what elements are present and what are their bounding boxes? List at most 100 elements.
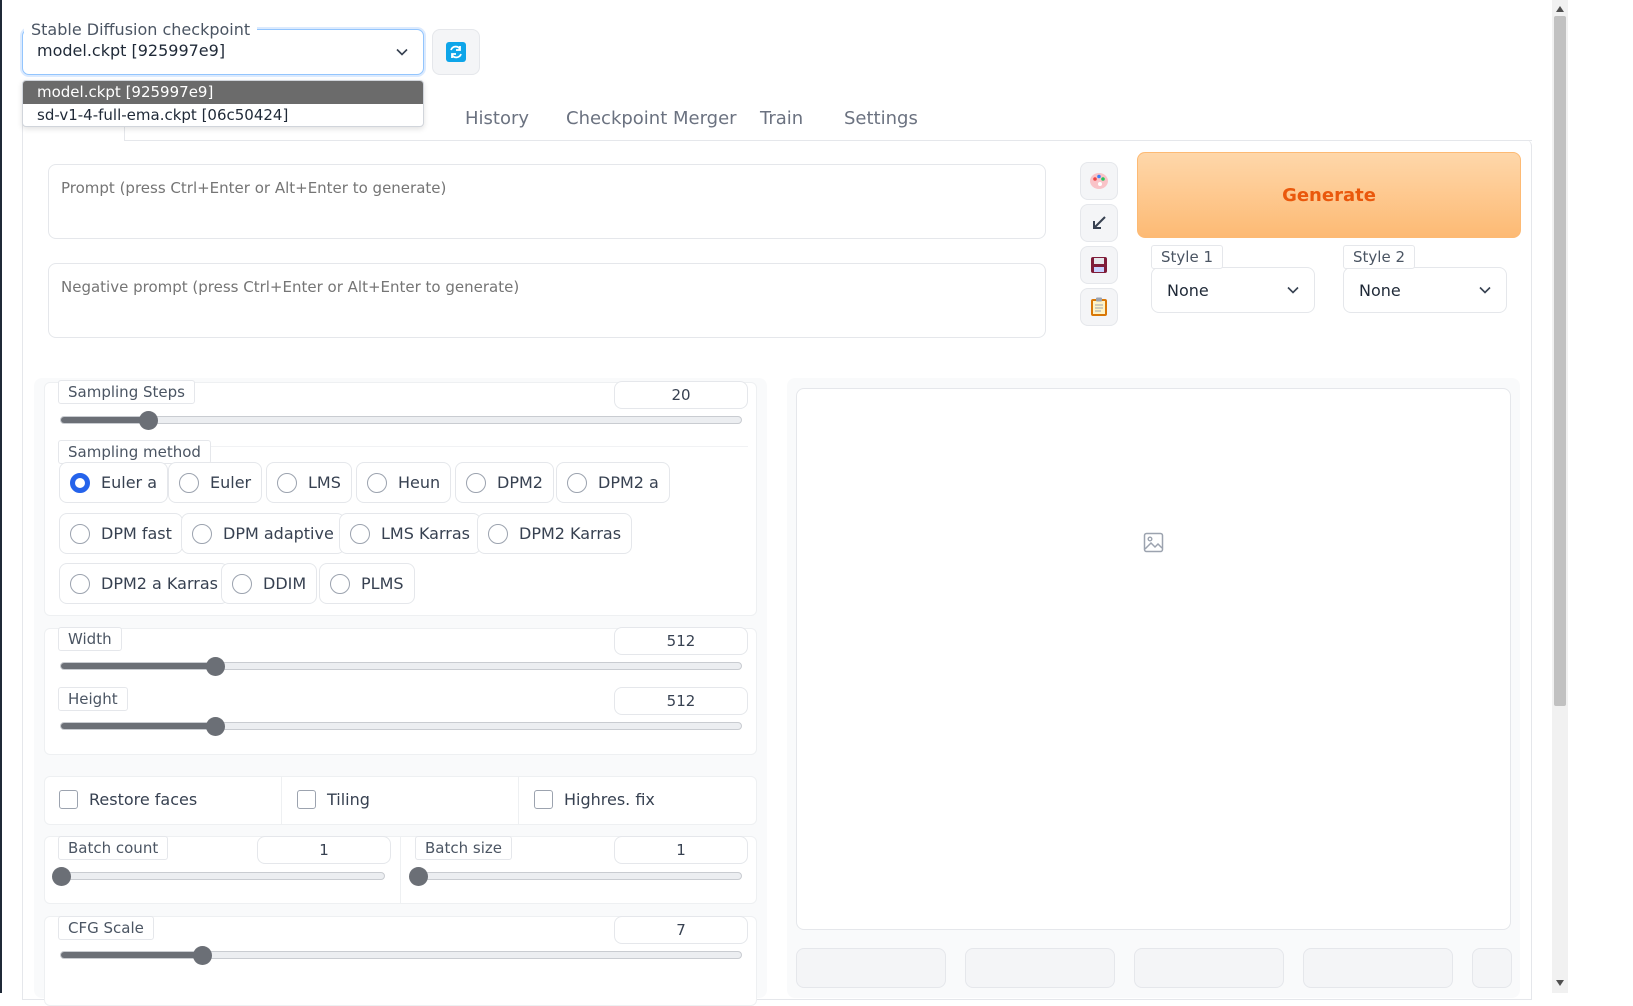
sampler-option-lms-karras[interactable]: LMS Karras [339, 513, 481, 554]
output-action-button[interactable] [1303, 948, 1453, 988]
checkbox-icon [297, 790, 316, 809]
checkpoint-option-selected[interactable]: model.ckpt [925997e9] [23, 81, 423, 104]
sampler-label: DPM2 Karras [519, 524, 622, 543]
interrogate-button[interactable] [1080, 162, 1118, 200]
width-number[interactable]: 512 [614, 627, 748, 655]
checkbox-label: Restore faces [89, 790, 198, 809]
tab-history[interactable]: History [465, 104, 529, 134]
cfg-scale-slider[interactable] [60, 946, 742, 965]
height-label: Height [58, 687, 128, 711]
width-label: Width [58, 627, 122, 651]
highres-fix-checkbox[interactable]: Highres. fix [534, 790, 655, 809]
sampler-option-heun[interactable]: Heun [356, 462, 452, 503]
slider-thumb[interactable] [138, 411, 158, 430]
checkpoint-value: model.ckpt [925997e9] [37, 41, 226, 60]
prompt-input[interactable] [48, 164, 1046, 239]
sampler-option-ddim[interactable]: DDIM [221, 563, 318, 604]
radio-icon [466, 472, 486, 493]
negative-prompt-input[interactable] [48, 263, 1046, 338]
chevron-down-icon [396, 48, 408, 56]
slider-thumb[interactable] [205, 717, 225, 736]
sampler-option-dpm2-a[interactable]: DPM2 a [556, 462, 670, 503]
radio-selected-icon [70, 472, 90, 493]
sampler-option-euler[interactable]: Euler [168, 462, 263, 503]
generate-button[interactable]: Generate [1137, 152, 1521, 238]
sampler-label: DPM adaptive [223, 524, 334, 543]
cfg-scale-number[interactable]: 7 [614, 916, 748, 944]
slider-thumb[interactable] [409, 867, 428, 886]
sampler-label: LMS [308, 473, 341, 492]
tab-train[interactable]: Train [760, 104, 803, 134]
radio-icon [277, 472, 297, 493]
sampler-option-euler-a[interactable]: Euler a [59, 462, 169, 503]
batch-count-slider[interactable] [52, 867, 385, 886]
style-2-select[interactable]: None [1343, 267, 1507, 313]
batch-size-number[interactable]: 1 [614, 836, 748, 864]
apply-style-button[interactable] [1080, 288, 1118, 326]
options-divider [518, 777, 519, 824]
save-style-button[interactable] [1080, 246, 1118, 284]
output-action-button[interactable] [796, 948, 946, 988]
refresh-icon [446, 42, 466, 62]
generate-label: Generate [1282, 184, 1376, 206]
checkbox-icon [59, 790, 78, 809]
slider-thumb[interactable] [205, 657, 225, 676]
radio-icon [179, 472, 199, 493]
tab-checkpoint-merger[interactable]: Checkpoint Merger [566, 104, 737, 134]
floppy-disk-icon [1091, 257, 1107, 273]
sampler-option-lms[interactable]: LMS [266, 462, 352, 503]
sampling-steps-number[interactable]: 20 [614, 381, 748, 409]
radio-icon [70, 573, 90, 594]
read-params-button[interactable] [1080, 204, 1118, 242]
chevron-down-icon [1287, 286, 1299, 294]
style-2-value: None [1359, 280, 1401, 300]
output-action-button[interactable] [965, 948, 1115, 988]
output-action-button[interactable] [1472, 948, 1512, 988]
sampler-option-dpm-adaptive[interactable]: DPM adaptive [181, 513, 345, 554]
output-action-button[interactable] [1134, 948, 1284, 988]
sampler-option-dpm2-karras[interactable]: DPM2 Karras [477, 513, 633, 554]
sampler-option-dpm-fast[interactable]: DPM fast [59, 513, 183, 554]
output-gallery[interactable] [796, 388, 1511, 930]
sampling-steps-slider[interactable] [60, 411, 742, 430]
width-slider[interactable] [60, 657, 742, 676]
sampler-option-dpm2[interactable]: DPM2 [455, 462, 554, 503]
sampler-option-dpm2-a-karras[interactable]: DPM2 a Karras [59, 563, 229, 604]
sampler-label: Heun [398, 473, 441, 492]
scrollbar-down-arrow[interactable] [1556, 980, 1564, 986]
style-1-label: Style 1 [1151, 245, 1223, 269]
sampler-label: Euler a [101, 473, 158, 492]
sampler-label: LMS Karras [381, 524, 470, 543]
radio-icon [232, 573, 252, 594]
batch-size-slider[interactable] [409, 867, 742, 886]
radio-icon [330, 573, 350, 594]
tab-settings[interactable]: Settings [844, 104, 918, 134]
image-icon [1143, 532, 1164, 553]
slider-thumb[interactable] [192, 946, 212, 965]
scrollbar-up-arrow[interactable] [1556, 6, 1564, 12]
batch-count-number[interactable]: 1 [257, 836, 391, 864]
slider-fill [61, 417, 148, 423]
style-2-label: Style 2 [1343, 245, 1415, 269]
sampler-label: DPM fast [101, 524, 172, 543]
checkbox-label: Highres. fix [564, 790, 655, 809]
sampler-option-plms[interactable]: PLMS [319, 563, 415, 604]
restore-faces-checkbox[interactable]: Restore faces [59, 790, 197, 809]
checkbox-label: Tiling [327, 790, 370, 809]
batch-divider [400, 837, 401, 903]
tiling-checkbox[interactable]: Tiling [297, 790, 370, 809]
batch-size-label: Batch size [415, 836, 512, 860]
sampler-label: DDIM [263, 574, 307, 593]
radio-icon [350, 523, 370, 544]
radio-icon [70, 523, 90, 544]
refresh-checkpoint-button[interactable] [432, 29, 480, 75]
sampler-label: DPM2 a Karras [101, 574, 218, 593]
height-slider[interactable] [60, 717, 742, 736]
checkpoint-option[interactable]: sd-v1-4-full-ema.ckpt [06c50424] [23, 104, 423, 126]
radio-icon [192, 523, 212, 544]
scrollbar-thumb[interactable] [1554, 16, 1566, 706]
style-1-select[interactable]: None [1151, 267, 1315, 313]
height-number[interactable]: 512 [614, 687, 748, 715]
clipboard-icon [1091, 297, 1107, 316]
slider-thumb[interactable] [52, 867, 71, 886]
